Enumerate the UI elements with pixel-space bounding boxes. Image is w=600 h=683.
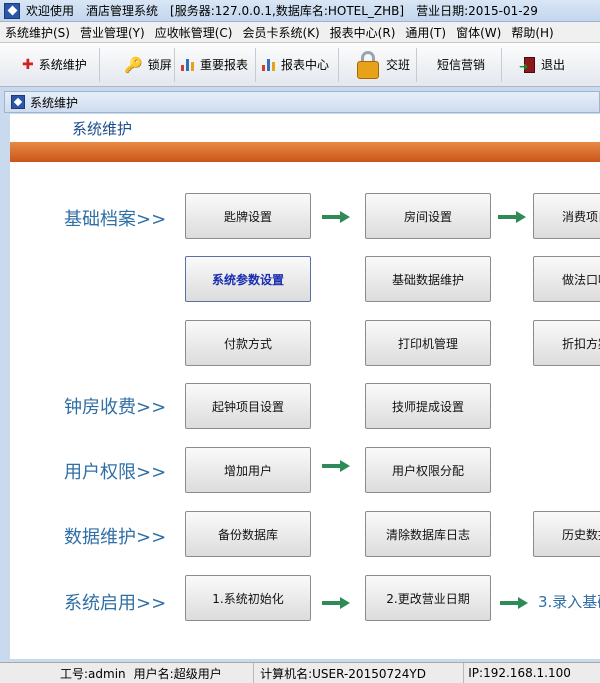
clock-start-items-button[interactable]: 起钟项目设置: [185, 383, 311, 429]
cooking-methods-button[interactable]: 做法口味设置: [533, 256, 600, 302]
user-permission-assign-button[interactable]: 用户权限分配: [365, 447, 491, 493]
flow-arrow-icon: [322, 597, 350, 609]
system-params-button[interactable]: 系统参数设置: [185, 256, 311, 302]
history-data-button[interactable]: 历史数据清理: [533, 511, 600, 557]
plus-icon: ✚: [22, 56, 34, 73]
menu-window[interactable]: 窗体(W): [451, 24, 506, 41]
technician-commission-button[interactable]: 技师提成设置: [365, 383, 491, 429]
toolbar: ✚ 系统维护 🔑 锁屏 重要报表 报表中心 交班 短信营销 ➜ 退出: [0, 43, 600, 87]
payment-methods-button[interactable]: 付款方式: [185, 320, 311, 366]
flow-arrow-icon: [498, 211, 526, 223]
section-user-permissions: 用户权限>>: [64, 462, 167, 483]
panel-header: 系统维护: [10, 114, 600, 142]
bar-chart-icon: [262, 58, 276, 71]
system-name: 酒店管理系统: [86, 4, 159, 18]
section-clock-billing: 钟房收费>>: [64, 397, 167, 418]
flow-arrow-icon: [322, 211, 350, 223]
menu-receivables[interactable]: 应收帐管理(C): [150, 24, 238, 41]
app-logo-icon: [4, 2, 20, 19]
status-ip: IP:192.168.1.100: [468, 666, 571, 680]
status-computer: 计算机名:USER-20150724YD: [254, 663, 465, 683]
lock-screen-label: 锁屏: [147, 58, 172, 72]
menu-general[interactable]: 通用(T): [400, 24, 451, 41]
status-employee: 工号:admin 用户名:超级用户: [0, 663, 255, 683]
report-center-label: 报表中心: [281, 58, 330, 72]
business-date: 营业日期:2015-01-29: [416, 4, 538, 18]
window-icon: [11, 95, 25, 109]
child-window-titlebar[interactable]: 系统维护: [4, 91, 600, 113]
child-window-title: 系统维护: [30, 95, 79, 110]
welcome-text: 欢迎使用: [26, 4, 75, 18]
sms-marketing-label: 短信营销: [437, 58, 486, 72]
lock-screen-button[interactable]: 🔑 锁屏: [100, 47, 175, 82]
flow-arrow-icon: [500, 597, 528, 609]
system-maintenance-button[interactable]: ✚ 系统维护: [16, 47, 100, 82]
section-system-startup: 系统启用>>: [64, 593, 167, 614]
backup-database-button[interactable]: 备份数据库: [185, 511, 311, 557]
system-maintenance-label: 系统维护: [38, 58, 87, 72]
enter-basic-files-link[interactable]: 3.录入基础档案: [538, 591, 600, 612]
menu-bar: 系统维护(S) 营业管理(Y) 应收帐管理(C) 会员卡系统(K) 报表中心(R…: [0, 22, 600, 43]
menu-membership-card[interactable]: 会员卡系统(K): [237, 24, 324, 41]
title-bar: 欢迎使用 酒店管理系统 [服务器:127.0.0.1,数据库名:HOTEL_ZH…: [0, 0, 600, 22]
exit-label: 退出: [541, 58, 566, 72]
consumption-items-button[interactable]: 消费项目设置: [533, 193, 600, 239]
sms-marketing-button[interactable]: 短信营销: [417, 47, 502, 82]
section-data-maintenance: 数据维护>>: [64, 527, 167, 548]
important-reports-button[interactable]: 重要报表: [175, 47, 256, 82]
system-init-button[interactable]: 1.系统初始化: [185, 575, 311, 621]
menu-report-center[interactable]: 报表中心(R): [325, 24, 401, 41]
shift-handover-button[interactable]: 交班: [339, 47, 417, 82]
menu-help[interactable]: 帮助(H): [506, 24, 558, 41]
server-info: [服务器:127.0.0.1,数据库名:HOTEL_ZHB]: [170, 4, 405, 18]
discount-plans-button[interactable]: 折扣方案设置: [533, 320, 600, 366]
key-card-settings-button[interactable]: 匙牌设置: [185, 193, 311, 239]
padlock-icon: [351, 49, 381, 81]
exit-button[interactable]: ➜ 退出: [502, 48, 572, 82]
add-user-button[interactable]: 增加用户: [185, 447, 311, 493]
menu-business-management[interactable]: 营业管理(Y): [75, 24, 150, 41]
menu-system-maintenance[interactable]: 系统维护(S): [0, 24, 75, 41]
clear-db-log-button[interactable]: 清除数据库日志: [365, 511, 491, 557]
employee-id: 工号:admin: [60, 666, 126, 681]
basic-data-button[interactable]: 基础数据维护: [365, 256, 491, 302]
header-band: [10, 142, 600, 162]
section-basic-files: 基础档案>>: [64, 209, 167, 230]
shift-handover-label: 交班: [385, 58, 410, 72]
important-reports-label: 重要报表: [200, 58, 249, 72]
exit-door-icon: ➜: [519, 56, 536, 73]
user-name: 用户名:超级用户: [133, 666, 222, 681]
bar-chart-icon: [181, 58, 195, 71]
system-maintenance-panel: 系统维护 基础档案>> 钟房收费>> 用户权限>> 数据维护>> 系统启用>> …: [10, 114, 600, 659]
report-center-button[interactable]: 报表中心: [256, 47, 339, 82]
flow-arrow-icon: [322, 460, 350, 472]
room-settings-button[interactable]: 房间设置: [365, 193, 491, 239]
change-business-date-button[interactable]: 2.更改营业日期: [365, 575, 491, 621]
status-bar: 工号:admin 用户名:超级用户 计算机名:USER-20150724YD I…: [0, 662, 600, 683]
key-icon: 🔑: [124, 55, 143, 74]
printer-management-button[interactable]: 打印机管理: [365, 320, 491, 366]
